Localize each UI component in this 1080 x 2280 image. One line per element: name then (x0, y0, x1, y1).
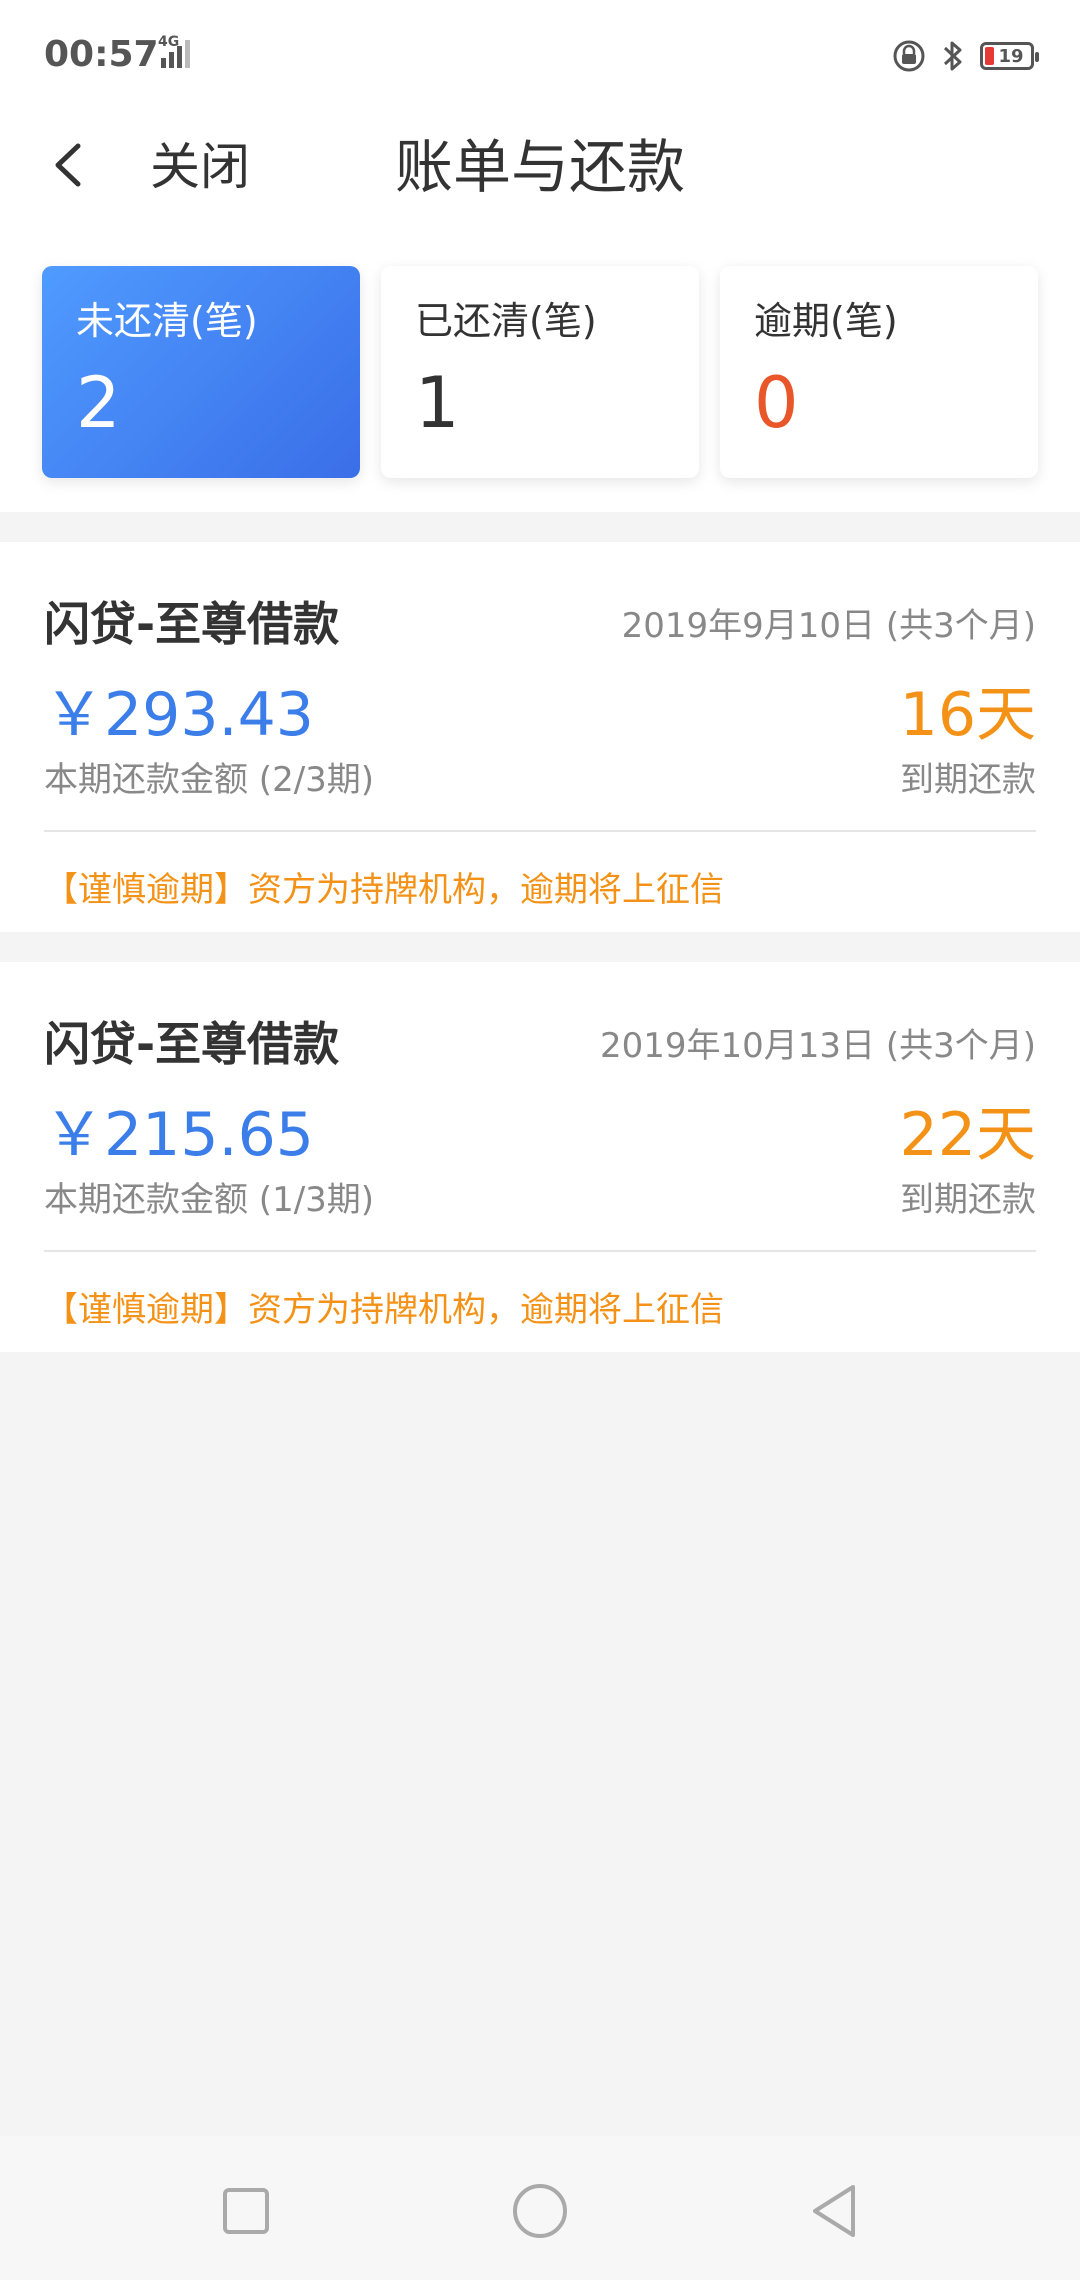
loan-title: 闪贷-至尊借款 (44, 597, 340, 651)
loan-due-label: 到期还款 (900, 1180, 1036, 1220)
unpaid-card[interactable]: 未还清(笔) 2 (42, 266, 360, 478)
top-section: 00:57 4G 19 关闭 账单与还款 未还清(笔) 2 已还清(笔) 1 逾… (0, 0, 1080, 512)
loan-notice: 【谨慎逾期】资方为持牌机构，逾期将上征信 (44, 1290, 724, 1330)
loan-period: 本期还款金额 (1/3期) (44, 1180, 375, 1220)
loan-amount: ￥215.65 (44, 1100, 314, 1170)
status-bar: 00:57 4G 19 (0, 0, 1080, 110)
loan-item[interactable]: 闪贷-至尊借款 2019年10月13日 (共3个月) ￥215.65 22天 本… (0, 962, 1080, 1352)
overdue-card[interactable]: 逾期(笔) 0 (720, 266, 1038, 478)
loan-due-label: 到期还款 (900, 760, 1036, 800)
unpaid-label: 未还清(笔) (76, 299, 258, 343)
battery-icon: 19 (980, 42, 1039, 70)
summary-cards: 未还清(笔) 2 已还清(笔) 1 逾期(笔) 0 (42, 266, 1038, 478)
circle-icon[interactable] (505, 2176, 575, 2246)
loan-days-remaining: 22天 (899, 1100, 1036, 1170)
unpaid-count: 2 (76, 362, 121, 444)
paid-card[interactable]: 已还清(笔) 1 (381, 266, 699, 478)
loan-date: 2019年10月13日 (共3个月) (599, 1026, 1036, 1066)
battery-level (985, 47, 994, 65)
loan-title: 闪贷-至尊借款 (44, 1017, 340, 1071)
loan-amount: ￥293.43 (44, 680, 314, 750)
square-icon[interactable] (211, 2176, 281, 2246)
triangle-back-icon[interactable] (799, 2176, 869, 2246)
loan-period: 本期还款金额 (2/3期) (44, 760, 375, 800)
lock-rotation-icon (893, 40, 925, 72)
page-title: 账单与还款 (394, 133, 685, 201)
header: 关闭 账单与还款 (0, 110, 1080, 260)
divider (44, 830, 1036, 832)
status-time: 00:57 (44, 34, 159, 75)
paid-label: 已还清(笔) (415, 299, 597, 343)
system-nav-bar (0, 2136, 1080, 2280)
loan-date: 2019年9月10日 (共3个月) (621, 606, 1036, 646)
status-right: 19 (892, 36, 1039, 76)
loan-item[interactable]: 闪贷-至尊借款 2019年9月10日 (共3个月) ￥293.43 16天 本期… (0, 542, 1080, 932)
overdue-count: 0 (754, 362, 799, 444)
loan-days-remaining: 16天 (899, 680, 1036, 750)
paid-count: 1 (415, 362, 460, 444)
divider (44, 1250, 1036, 1252)
loan-notice: 【谨慎逾期】资方为持牌机构，逾期将上征信 (44, 870, 724, 910)
network-type: 4G (158, 34, 180, 50)
overdue-label: 逾期(笔) (754, 299, 898, 343)
bluetooth-icon (943, 41, 962, 71)
battery-percent: 19 (998, 45, 1024, 67)
